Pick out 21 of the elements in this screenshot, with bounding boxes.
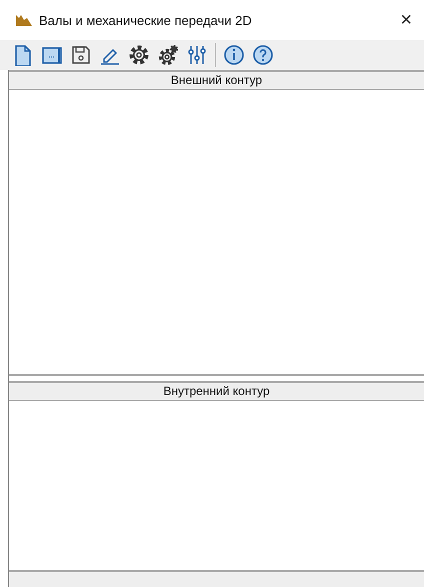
save-icon	[70, 44, 92, 66]
help-icon	[252, 44, 274, 66]
window-title: Валы и механические передачи 2D	[39, 12, 253, 28]
dialog-window-icon	[41, 44, 63, 66]
new-document-icon	[12, 44, 34, 66]
help-button[interactable]	[252, 44, 274, 66]
dialog-window-button[interactable]	[41, 44, 63, 66]
close-button[interactable]: ×	[396, 8, 416, 32]
gear-icon	[128, 44, 150, 66]
info-button[interactable]	[223, 44, 245, 66]
new-document-button[interactable]	[12, 44, 34, 66]
gears-icon	[157, 44, 179, 66]
gear-button[interactable]	[128, 44, 150, 66]
gears-button[interactable]	[157, 44, 179, 66]
save-button[interactable]	[70, 44, 92, 66]
info-icon	[223, 44, 245, 66]
sliders-icon	[186, 44, 208, 66]
pane-header: Внутренний контур	[9, 381, 424, 401]
sliders-button[interactable]	[186, 44, 208, 66]
app-logo-icon	[15, 13, 33, 27]
pane-header: Внешний контур	[9, 70, 424, 90]
